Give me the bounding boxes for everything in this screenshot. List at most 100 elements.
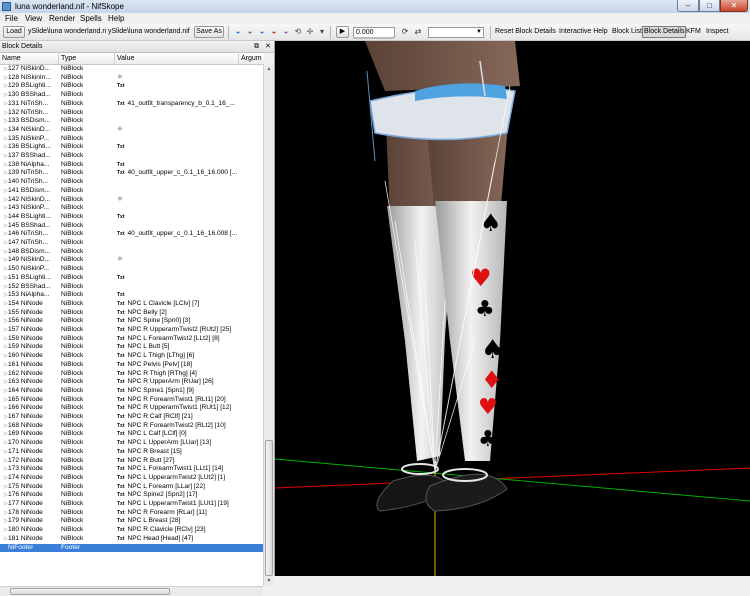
eye-icon[interactable]: ◒ xyxy=(281,27,291,37)
block-details-toggle[interactable]: Block Details xyxy=(642,26,687,38)
menu-file[interactable]: File xyxy=(4,13,19,24)
close-button[interactable]: ✕ xyxy=(720,0,748,12)
menu-render[interactable]: Render xyxy=(48,13,76,24)
table-row[interactable]: ▷ 127 NiSkinD... NiBlock xyxy=(0,65,263,74)
column-argument[interactable]: Argum xyxy=(239,53,264,64)
table-row[interactable]: ▷ 134 NiSkinD... NiBlock ✳ xyxy=(0,126,263,135)
load-path-field[interactable]: ySlide\luna wonderland.nif xyxy=(28,27,106,37)
table-row[interactable]: ▷ 138 NiAlpha... NiBlock Txt xyxy=(0,161,263,170)
table-row[interactable]: ▷ 179 NiNode NiBlock Txt NPC L Breast [28] xyxy=(0,517,263,526)
table-row[interactable]: ▷ 171 NiNode NiBlock Txt NPC R Breast [15] xyxy=(0,448,263,457)
table-row[interactable]: ▷ 157 NiNode NiBlock Txt NPC R UpperarmTwist… xyxy=(0,326,263,335)
table-row[interactable]: ▷ 155 NiNode NiBlock Txt NPC Belly [2] xyxy=(0,309,263,318)
menu-view[interactable]: View xyxy=(24,13,43,24)
animation-select[interactable]: ▼ xyxy=(428,27,484,38)
table-row[interactable]: ▷ 175 NiNode NiBlock Txt NPC L Forearm [LLar… xyxy=(0,483,263,492)
table-row[interactable]: ▷ 161 NiNode NiBlock Txt NPC Pelvis [Pelv] [… xyxy=(0,361,263,370)
play-button[interactable]: ▶ xyxy=(336,26,349,38)
scroll-up-icon[interactable]: ▲ xyxy=(264,65,274,74)
table-row[interactable]: ▷ 135 NiSkinP... NiBlock xyxy=(0,135,263,144)
table-row[interactable]: ▷ 163 NiNode NiBlock Txt NPC R UpperArm [RUa… xyxy=(0,378,263,387)
column-name[interactable]: Name xyxy=(0,53,59,64)
table-row[interactable]: ▷ 168 NiNode NiBlock Txt NPC R ForearmTwist2… xyxy=(0,422,263,431)
table-row[interactable]: ▷ 152 BSShad... NiBlock xyxy=(0,283,263,292)
table-row[interactable]: ▷ 128 NiSkinIn... NiBlock ✳ xyxy=(0,74,263,83)
eye-icon[interactable]: ◒ xyxy=(257,27,267,37)
table-row[interactable]: ▷ 146 NiTriSh... NiBlock Txt 40_outfit_upper… xyxy=(0,230,263,239)
table-row[interactable]: ▷ 147 NiTriSh... NiBlock xyxy=(0,239,263,248)
table-row[interactable]: ▷ 181 NiNode NiBlock Txt NPC Head [Head] [47… xyxy=(0,535,263,544)
table-row[interactable]: NiFooter Footer xyxy=(0,543,263,553)
table-row[interactable]: ▷ 145 BSShad... NiBlock xyxy=(0,222,263,231)
eye-icon[interactable]: ◒ xyxy=(245,27,255,37)
table-row[interactable]: ▷ 169 NiNode NiBlock Txt NPC L Calf [LClf] [… xyxy=(0,430,263,439)
table-row[interactable]: ▷ 137 BSShad... NiBlock xyxy=(0,152,263,161)
horizontal-scrollbar[interactable] xyxy=(0,586,263,596)
table-row[interactable]: ▷ 133 BSDism... NiBlock xyxy=(0,117,263,126)
loop-icon[interactable]: ⟳ xyxy=(400,27,410,37)
table-row[interactable]: ▷ 142 NiSkinD... NiBlock ✳ xyxy=(0,196,263,205)
close-icon[interactable]: ✕ xyxy=(265,42,271,52)
scrollbar-thumb[interactable] xyxy=(265,440,273,576)
reset-block-details-button[interactable]: Reset Block Details xyxy=(494,26,557,38)
table-row[interactable]: ▷ 180 NiNode NiBlock Txt NPC R Clavicle [RCl… xyxy=(0,526,263,535)
table-row[interactable]: ▷ 132 NiTriSh... NiBlock xyxy=(0,109,263,118)
table-row[interactable]: ▷ 140 NiTriSh... NiBlock xyxy=(0,178,263,187)
table-row[interactable]: ▷ 136 BSLighti... NiBlock Txt xyxy=(0,143,263,152)
table-row[interactable]: ▷ 165 NiNode NiBlock Txt NPC R ForearmTwist1… xyxy=(0,396,263,405)
load-button[interactable]: Load xyxy=(3,26,25,38)
table-row[interactable]: ▷ 176 NiNode NiBlock Txt NPC Spine2 [Spn2] [… xyxy=(0,491,263,500)
interactive-help-button[interactable]: Interactive Help xyxy=(558,26,609,38)
switch-icon[interactable]: ⇄ xyxy=(413,27,423,37)
table-row[interactable]: ▷ 154 NiNode NiBlock Txt NPC L Clavicle [LCl… xyxy=(0,300,263,309)
inspect-toggle[interactable]: Inspect xyxy=(705,26,730,38)
block-tree[interactable]: ▷ 127 NiSkinD... NiBlock ▷ 128 NiSkinIn... Ni… xyxy=(0,65,263,586)
table-row[interactable]: ▷ 178 NiNode NiBlock Txt NPC R Forearm [RLar… xyxy=(0,509,263,518)
table-row[interactable]: ▷ 159 NiNode NiBlock Txt NPC L Butt [5] xyxy=(0,343,263,352)
table-row[interactable]: ▷ 170 NiNode NiBlock Txt NPC L UpperArm [LUa… xyxy=(0,439,263,448)
table-row[interactable]: ▷ 148 BSDism... NiBlock xyxy=(0,248,263,257)
table-row[interactable]: ▷ 177 NiNode NiBlock Txt NPC L UpperarmTwist… xyxy=(0,500,263,509)
table-row[interactable]: ▷ 174 NiNode NiBlock Txt NPC L UpperarmTwist… xyxy=(0,474,263,483)
table-row[interactable]: ▷ 153 NiAlpha... NiBlock Txt xyxy=(0,291,263,300)
table-row[interactable]: ▷ 173 NiNode NiBlock Txt NPC L ForearmTwist1… xyxy=(0,465,263,474)
time-slider[interactable] xyxy=(353,37,393,39)
table-row[interactable]: ▷ 151 BSLighti... NiBlock Txt xyxy=(0,274,263,283)
eye-icon[interactable]: ◒ xyxy=(269,27,279,37)
table-row[interactable]: ▷ 130 BSShad... NiBlock xyxy=(0,91,263,100)
view-options-icon[interactable]: ✢ xyxy=(305,27,315,37)
scrollbar-thumb[interactable] xyxy=(10,588,170,595)
table-row[interactable]: ▷ 166 NiNode NiBlock Txt NPC R UpperarmTwist… xyxy=(0,404,263,413)
column-value[interactable]: Value xyxy=(115,53,239,64)
vertical-scrollbar[interactable]: ▲ ▼ xyxy=(263,65,274,586)
maximize-button[interactable]: □ xyxy=(699,0,720,12)
table-row[interactable]: ▷ 131 NiTriSh... NiBlock Txt 41_outfit_trans… xyxy=(0,100,263,109)
table-row[interactable]: ▷ 160 NiNode NiBlock Txt NPC L Thigh [LThg] … xyxy=(0,352,263,361)
table-row[interactable]: ▷ 162 NiNode NiBlock Txt NPC R Thigh [RThg] … xyxy=(0,370,263,379)
table-row[interactable]: ▷ 156 NiNode NiBlock Txt NPC Spine [Spn0] [3… xyxy=(0,317,263,326)
minimize-button[interactable]: – xyxy=(677,0,699,12)
scroll-down-icon[interactable]: ▼ xyxy=(264,577,274,586)
rotate-icon[interactable]: ⟲ xyxy=(293,27,303,37)
table-row[interactable]: ▷ 144 BSLighti... NiBlock Txt xyxy=(0,213,263,222)
chevron-down-icon[interactable]: ▾ xyxy=(317,27,327,37)
column-type[interactable]: Type xyxy=(59,53,115,64)
table-row[interactable]: ▷ 141 BSDism... NiBlock xyxy=(0,187,263,196)
table-row[interactable]: ▷ 158 NiNode NiBlock Txt NPC L ForearmTwist2… xyxy=(0,335,263,344)
float-icon[interactable]: ⧉ xyxy=(254,42,259,52)
table-row[interactable]: ▷ 167 NiNode NiBlock Txt NPC R Calf [RClf] [… xyxy=(0,413,263,422)
save-as-button[interactable]: Save As xyxy=(194,26,224,38)
table-row[interactable]: ▷ 164 NiNode NiBlock Txt NPC Spine1 [Spn1] [… xyxy=(0,387,263,396)
save-path-field[interactable]: ySlide\luna wonderland.nif xyxy=(108,27,192,37)
table-row[interactable]: ▷ 139 NiTriSh... NiBlock Txt 40_outfit_upper… xyxy=(0,169,263,178)
menu-help[interactable]: Help xyxy=(107,13,125,24)
table-row[interactable]: ▷ 172 NiNode NiBlock Txt NPC R Butt [27] xyxy=(0,457,263,466)
table-row[interactable]: ▷ 149 NiSkinD... NiBlock ✳ xyxy=(0,256,263,265)
table-row[interactable]: ▷ 150 NiSkinP... NiBlock xyxy=(0,265,263,274)
menu-spells[interactable]: Spells xyxy=(79,13,103,24)
render-viewport[interactable]: ♠ ♥ ♣ ♠ ♦ ♥ ♣ xyxy=(275,41,750,576)
eye-icon[interactable]: ◒ xyxy=(233,27,243,37)
kfm-toggle[interactable]: KFM xyxy=(685,26,702,38)
table-row[interactable]: ▷ 143 NiSkinP... NiBlock xyxy=(0,204,263,213)
table-row[interactable]: ▷ 129 BSLighti... NiBlock Txt xyxy=(0,82,263,91)
